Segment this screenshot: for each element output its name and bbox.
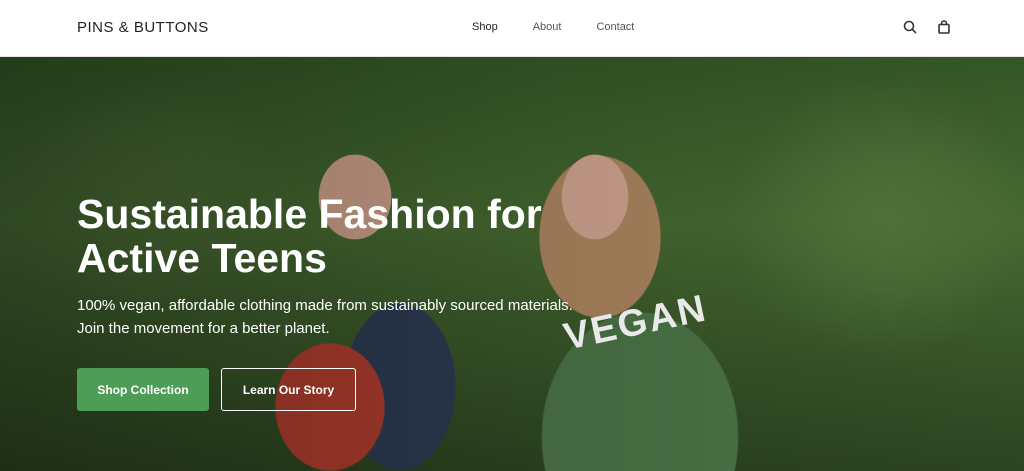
- nav-contact[interactable]: Contact: [596, 21, 634, 33]
- learn-our-story-button[interactable]: Learn Our Story: [221, 368, 356, 411]
- hero-section: VEGAN Sustainable Fashion for Active Tee…: [0, 57, 1024, 471]
- site-logo[interactable]: PINS & BUTTONS: [77, 19, 209, 36]
- nav-about[interactable]: About: [533, 21, 562, 33]
- hero-subtitle: 100% vegan, affordable clothing made fro…: [77, 294, 597, 340]
- shop-collection-button[interactable]: Shop Collection: [77, 368, 209, 411]
- main-nav: Shop About Contact: [472, 21, 634, 33]
- nav-shop[interactable]: Shop: [472, 21, 498, 33]
- shopping-bag-icon[interactable]: [937, 20, 951, 39]
- site-header: PINS & BUTTONS Shop About Contact: [0, 0, 1024, 57]
- hero-subtitle-line-1: 100% vegan, affordable clothing made fro…: [77, 297, 573, 314]
- hero-subtitle-line-2: Join the movement for a better planet.: [77, 320, 330, 337]
- hero-content: Sustainable Fashion for Active Teens 100…: [77, 192, 597, 411]
- search-icon[interactable]: [903, 20, 917, 39]
- header-icons: [903, 20, 951, 39]
- hero-buttons: Shop Collection Learn Our Story: [77, 368, 597, 411]
- hero-headline: Sustainable Fashion for Active Teens: [77, 191, 542, 281]
